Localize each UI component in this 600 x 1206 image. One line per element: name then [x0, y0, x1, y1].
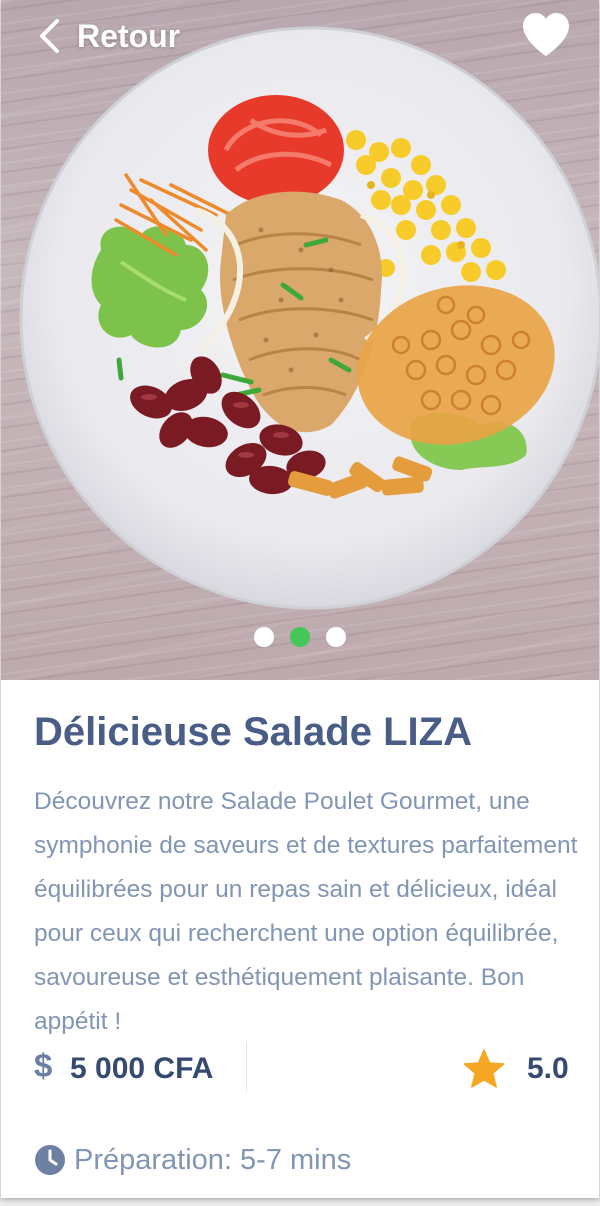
preparation-time: Préparation: 5-7 mins [74, 1143, 352, 1176]
chevron-left-icon [37, 18, 61, 54]
favorite-button[interactable] [521, 12, 571, 58]
preparation-row: Préparation: 5-7 mins [34, 1140, 351, 1180]
carousel-dot-1[interactable] [254, 627, 274, 647]
carousel-dot-2-active[interactable] [290, 627, 310, 647]
heart-icon [523, 13, 569, 56]
carousel-indicator [1, 627, 599, 647]
hero-image-area: Retour [1, 0, 599, 680]
price-rating-row: $ 5 000 CFA 5.0 [1, 1042, 599, 1098]
dollar-icon: $ [34, 1047, 53, 1084]
carousel-dot-3[interactable] [326, 627, 346, 647]
divider [246, 1042, 247, 1092]
back-button[interactable]: Retour [37, 14, 180, 58]
price-value: 5 000 CFA [70, 1052, 214, 1085]
dish-detail-screen: Retour Délicieuse Salade LIZA Découvrez … [1, 0, 599, 1198]
star-icon [463, 1049, 505, 1088]
dish-title: Délicieuse Salade LIZA [34, 710, 472, 754]
back-label: Retour [77, 17, 181, 54]
rating-value: 5.0 [527, 1052, 569, 1085]
salad-photo [19, 26, 599, 610]
dish-description: Découvrez notre Salade Poulet Gourmet, u… [34, 788, 578, 1035]
clock-icon [34, 1144, 66, 1176]
